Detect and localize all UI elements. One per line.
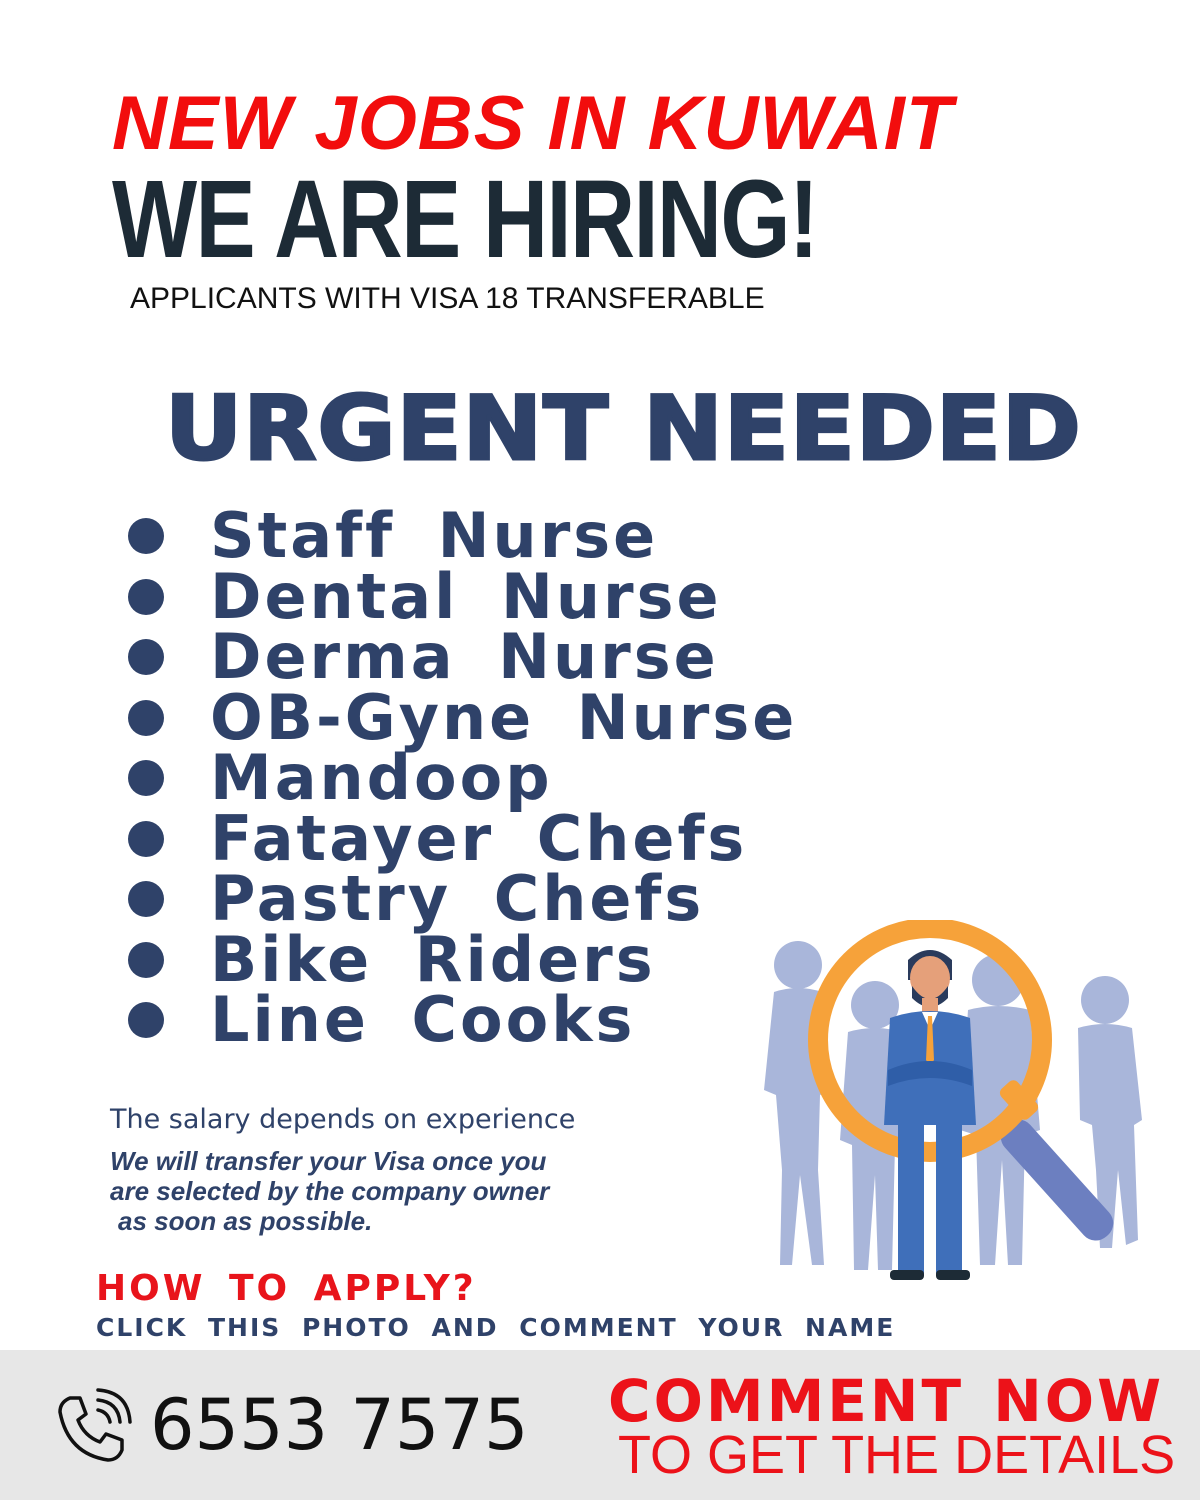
job-title: Pastry Chefs: [210, 862, 705, 936]
job-title: Fatayer Chefs: [210, 801, 748, 875]
bullet-icon: [128, 760, 164, 797]
visa-transfer-line: We will transfer your Visa once you: [110, 1146, 547, 1176]
list-item: Staff Nurse: [128, 499, 797, 573]
visa-subline: APPLICANTS WITH VISA 18 TRANSFERABLE: [130, 282, 765, 315]
job-title: Derma Nurse: [210, 620, 719, 694]
bullet-icon: [128, 1002, 164, 1039]
list-item: Bike Riders: [128, 922, 797, 996]
cta-subtitle: TO GET THE DETAILS: [618, 1425, 1176, 1485]
urgent-title: URGENT NEEDED: [163, 377, 1082, 480]
comment-now-cta: COMMENT NOW: [608, 1367, 1165, 1435]
recruitment-illustration: [764, 920, 1142, 1280]
list-item: Line Cooks: [128, 983, 797, 1057]
apply-instruction: CLICK THIS PHOTO AND COMMENT YOUR NAME: [96, 1313, 896, 1342]
visa-transfer-note: We will transfer your Visa once you are …: [110, 1146, 549, 1236]
list-item: Mandoop: [128, 741, 797, 815]
salary-note: The salary depends on experience: [110, 1104, 576, 1135]
list-item: Dental Nurse: [128, 559, 797, 633]
bullet-icon: [128, 941, 164, 978]
phone-icon: [58, 1388, 132, 1462]
list-item: OB-Gyne Nurse: [128, 680, 798, 754]
bullet-icon: [128, 699, 164, 736]
job-title: Staff Nurse: [210, 499, 659, 573]
list-item: Fatayer Chefs: [128, 801, 797, 875]
visa-transfer-line: are selected by the company owner: [110, 1176, 550, 1206]
phone-number[interactable]: 6553 7575: [150, 1390, 529, 1460]
bullet-icon: [128, 639, 164, 676]
bullet-icon: [128, 881, 164, 918]
list-item: Pastry Chefs: [128, 862, 797, 936]
job-title: Bike Riders: [210, 922, 656, 996]
bullet-icon: [128, 578, 164, 615]
hiring-title: WE ARE HIRING!: [112, 158, 819, 281]
list-item: Derma Nurse: [128, 620, 797, 694]
headline: NEW JOBS IN KUWAIT: [112, 81, 954, 166]
job-title: Dental Nurse: [210, 559, 722, 633]
job-list: Staff Nurse Dental Nurse Derma Nurse OB-…: [128, 499, 798, 1057]
visa-transfer-line: as soon as possible.: [118, 1206, 373, 1236]
bullet-icon: [128, 518, 164, 555]
job-title: Mandoop: [210, 741, 553, 815]
job-title: OB-Gyne Nurse: [210, 680, 798, 754]
how-to-apply-title: HOW TO APPLY?: [96, 1268, 477, 1309]
job-title: Line Cooks: [210, 983, 636, 1057]
bullet-icon: [128, 820, 164, 857]
